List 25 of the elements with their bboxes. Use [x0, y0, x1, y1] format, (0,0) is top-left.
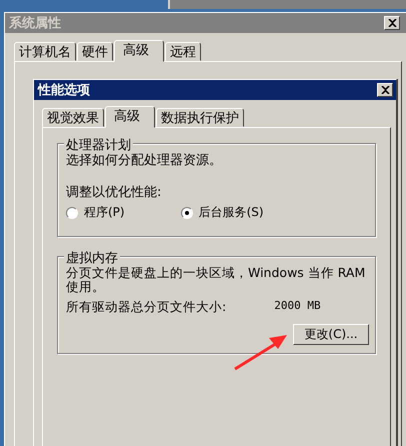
close-button[interactable] [384, 16, 400, 30]
close-icon [388, 19, 396, 27]
close-icon [380, 86, 390, 94]
radio-label: 后台服务(S) [198, 204, 264, 221]
tab[interactable]: 计算机名 [14, 42, 76, 61]
tab[interactable]: 高级 [114, 40, 164, 62]
tab[interactable]: 数据执行保护 [156, 108, 244, 127]
radio-label: 程序(P) [84, 204, 125, 221]
tab[interactable]: 视觉效果 [42, 108, 104, 127]
window-title: 系统属性 [9, 14, 61, 32]
description-text: 选择如何分配处理器资源。 [66, 153, 223, 169]
tab[interactable]: 高级 [105, 106, 155, 128]
description-text: 分页文件是硬盘上的一块区域，Windows 当作 RAM 使用。 [66, 266, 366, 294]
size-label: 所有驱动器总分页文件大小: [66, 299, 226, 316]
window-title: 性能选项 [38, 82, 90, 99]
prompt-label: 调整以优化性能: [66, 185, 162, 201]
radio-option[interactable]: 后台服务(S) [180, 204, 264, 221]
group-legend: 处理器计划 [64, 136, 133, 154]
radio-option[interactable]: 程序(P) [66, 204, 125, 221]
tab[interactable]: 远程 [165, 42, 201, 61]
tab[interactable]: 硬件 [77, 42, 113, 61]
change-button[interactable]: 更改(C)... [293, 324, 369, 345]
group-legend: 虚拟内存 [64, 249, 120, 267]
close-button[interactable] [377, 83, 393, 97]
size-value: 2000 MB [274, 299, 321, 314]
